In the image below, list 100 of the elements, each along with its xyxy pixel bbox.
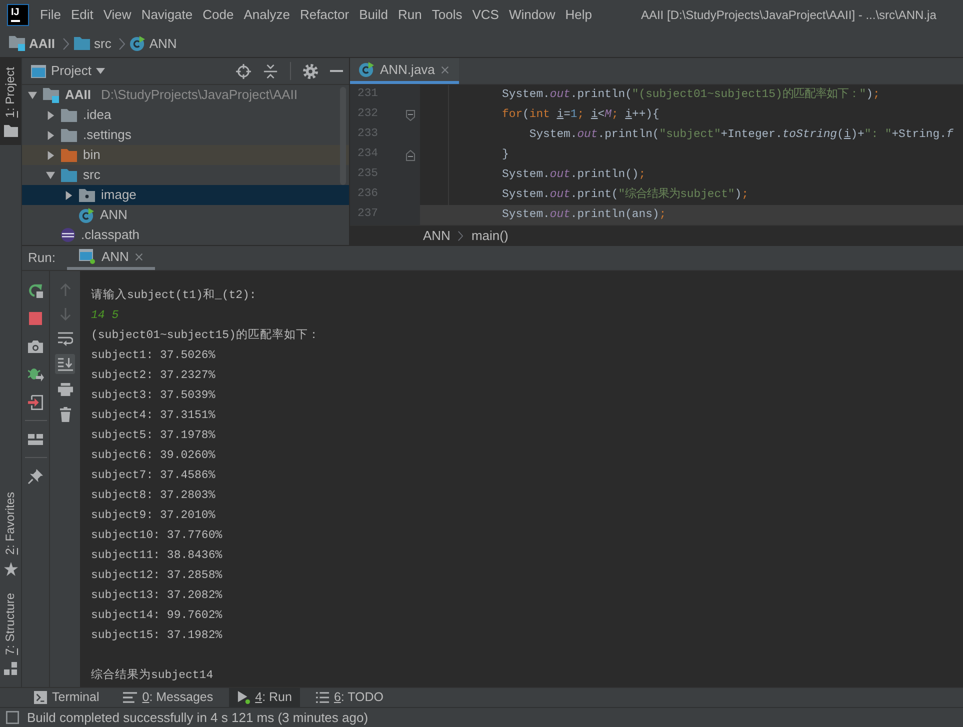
menu-item[interactable]: Analyze	[238, 6, 295, 24]
breadcrumb-item[interactable]: ANN	[130, 36, 180, 52]
printer-icon	[58, 382, 72, 396]
settings-icon[interactable]	[303, 64, 318, 78]
caret-right-icon[interactable]	[46, 130, 55, 140]
tool-window-tab[interactable]: 7: Structure	[0, 584, 21, 683]
tool-window-tab[interactable]: 2: Favorites	[0, 483, 21, 584]
code-line: }	[501, 148, 510, 163]
stop-icon	[29, 312, 42, 324]
collapse-all-icon[interactable]	[263, 64, 278, 78]
code-line: for(int i=1; i<M; i++){	[501, 108, 660, 123]
tree-item[interactable]: image	[22, 185, 349, 205]
console-line: (subject01~subject15)的匹配率如下：	[91, 328, 321, 344]
module-folder-icon	[9, 36, 25, 51]
chevron-right-icon	[458, 230, 464, 240]
list-icon	[316, 692, 329, 703]
caret-right-icon[interactable]	[46, 150, 55, 160]
file-icon	[61, 228, 75, 242]
structure-icon	[4, 662, 17, 675]
menu-item[interactable]: Refactor	[294, 6, 354, 24]
crosshair-icon[interactable]	[236, 64, 251, 78]
window-title: AAII [D:\StudyProjects\JavaProject\AAII] - ...\src\ANN.ja	[640, 8, 936, 22]
tool-window-button[interactable]: 4: Run	[229, 688, 300, 707]
console-line: subject12: 37.2858%	[91, 568, 224, 584]
run-icon	[237, 691, 250, 704]
caret-down-icon[interactable]	[28, 90, 37, 100]
tree-item[interactable]: .idea	[22, 105, 349, 125]
console-line: subject15: 37.1982%	[91, 628, 224, 644]
tree-item[interactable]: .settings	[22, 125, 349, 145]
menu-item[interactable]: Help	[560, 6, 597, 24]
menu-item[interactable]: Code	[198, 6, 239, 24]
console-window-icon	[79, 249, 96, 264]
caret-down-icon[interactable]	[46, 170, 55, 180]
menu-item[interactable]: Edit	[66, 6, 98, 24]
console-line: subject13: 37.2082%	[91, 588, 224, 604]
editor-tab[interactable]: ANN.java	[350, 58, 459, 84]
breadcrumb-item[interactable]: AAII	[9, 36, 58, 52]
breadcrumb-item[interactable]: main()	[471, 228, 508, 244]
menu-item[interactable]: File	[35, 6, 66, 24]
scrollbar-thumb[interactable]	[340, 87, 346, 185]
menu-item[interactable]: VCS	[467, 6, 504, 24]
console-line: subject6: 39.0260%	[91, 448, 216, 464]
status-message: Build completed successfully in 4 s 121 ms (3 minutes ago)	[27, 710, 368, 726]
exit-button[interactable]	[26, 392, 46, 412]
breadcrumb-item[interactable]: src	[74, 36, 114, 52]
console-line: subject9: 37.2010%	[91, 508, 216, 524]
chevron-right-icon	[119, 38, 126, 50]
scroll-to-end-button[interactable]	[55, 354, 75, 374]
project-path: D:\StudyProjects\JavaProject\AAII	[101, 87, 298, 103]
fold-marker-icon[interactable]	[406, 150, 415, 160]
up-arrow-icon	[60, 282, 70, 296]
package-icon	[79, 188, 95, 202]
star-icon	[4, 562, 18, 576]
app-logo: IJ	[8, 5, 28, 25]
messages-icon	[123, 692, 138, 703]
class-icon	[359, 62, 374, 77]
code-line: System.out.print("综合结果为subject");	[501, 186, 750, 203]
code-line: System.out.println("subject"+Integer.toString(i)+": "+String.f	[528, 128, 954, 143]
caret-right-icon[interactable]	[46, 110, 55, 120]
fold-marker-icon[interactable]	[406, 110, 415, 120]
down-arrow-icon	[60, 308, 70, 320]
tree-item[interactable]: AAII D:\StudyProjects\JavaProject\AAII	[22, 85, 349, 105]
close-icon[interactable]	[440, 66, 449, 74]
console-line: 14 5	[91, 308, 120, 324]
pin-icon	[28, 468, 43, 484]
tree-item[interactable]: bin	[22, 145, 349, 165]
breadcrumb-item[interactable]: ANN	[423, 228, 450, 244]
soft-wrap-button[interactable]	[55, 329, 75, 349]
tree-item[interactable]: ANN	[22, 205, 349, 225]
console-line: subject10: 37.7760%	[91, 528, 224, 544]
module-folder-icon	[43, 88, 59, 102]
console-line: subject14: 99.7602%	[91, 608, 224, 624]
caret-down-icon	[96, 68, 106, 74]
tool-window-tab[interactable]: 1: Project	[0, 58, 21, 145]
tree-item[interactable]: src	[22, 165, 349, 185]
caret-right-icon[interactable]	[64, 190, 73, 200]
tool-window-button[interactable]: Terminal	[26, 688, 108, 707]
scroll-to-end-icon	[58, 358, 72, 370]
menu-item[interactable]: View	[98, 6, 136, 24]
tree-item[interactable]: .classpath	[22, 225, 349, 245]
menu-item[interactable]: Build	[354, 6, 394, 24]
menu-item[interactable]: Run	[393, 6, 427, 24]
console-line: subject2: 37.2327%	[91, 368, 216, 384]
code-line: System.out.println("(subject01~subject15)的匹配率如下：");	[501, 86, 881, 103]
menu-item[interactable]: Window	[504, 6, 560, 24]
camera-icon	[28, 340, 43, 352]
tool-window-button[interactable]: 6: TODO	[308, 688, 392, 707]
class-icon	[79, 208, 94, 222]
view-dropdown[interactable]: Project	[31, 63, 106, 79]
rerun-icon	[28, 282, 43, 298]
console-line: subject1: 37.5026%	[91, 348, 216, 364]
console-line: subject11: 38.8436%	[91, 548, 224, 564]
square-icon[interactable]	[6, 711, 19, 724]
tool-window-button[interactable]: 0: Messages	[115, 688, 222, 707]
panel-icon	[31, 64, 46, 78]
close-icon[interactable]	[134, 252, 143, 260]
layout-icon	[28, 434, 43, 444]
folder-icon	[4, 124, 18, 137]
menu-item[interactable]: Tools	[426, 6, 468, 24]
menu-item[interactable]: Navigate	[136, 6, 198, 24]
